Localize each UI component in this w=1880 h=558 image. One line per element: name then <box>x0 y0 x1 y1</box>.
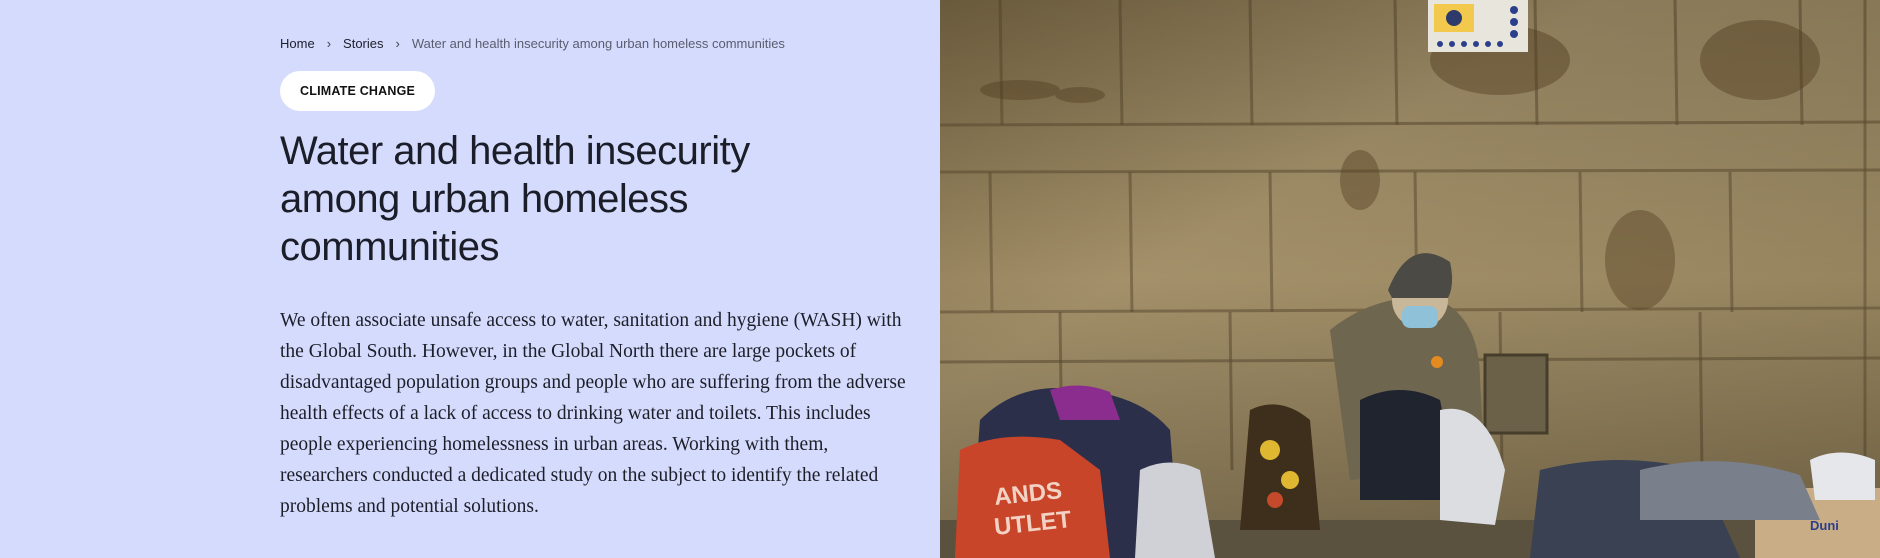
category-tag-button[interactable]: CLIMATE CHANGE <box>280 71 436 111</box>
hero-photo-illustration: Duni ANDS UTLET <box>940 0 1880 558</box>
chevron-right-icon: › <box>395 36 400 51</box>
page-title: Water and health insecurity among urban … <box>280 129 750 269</box>
hero-image: Duni ANDS UTLET <box>940 0 1880 558</box>
article-lead: We often associate unsafe access to wate… <box>280 310 906 517</box>
breadcrumb: Home › Stories › Water and health insecu… <box>280 36 920 51</box>
breadcrumb-stories-link[interactable]: Stories <box>343 36 383 51</box>
hero-text-panel: Home › Stories › Water and health insecu… <box>0 0 940 558</box>
box-label: Duni <box>1810 518 1839 533</box>
chevron-right-icon: › <box>326 36 332 51</box>
breadcrumb-current: Water and health insecurity among urban … <box>411 36 785 51</box>
hero-content: Home › Stories › Water and health insecu… <box>280 36 920 542</box>
breadcrumb-home-link[interactable]: Home <box>280 36 315 51</box>
